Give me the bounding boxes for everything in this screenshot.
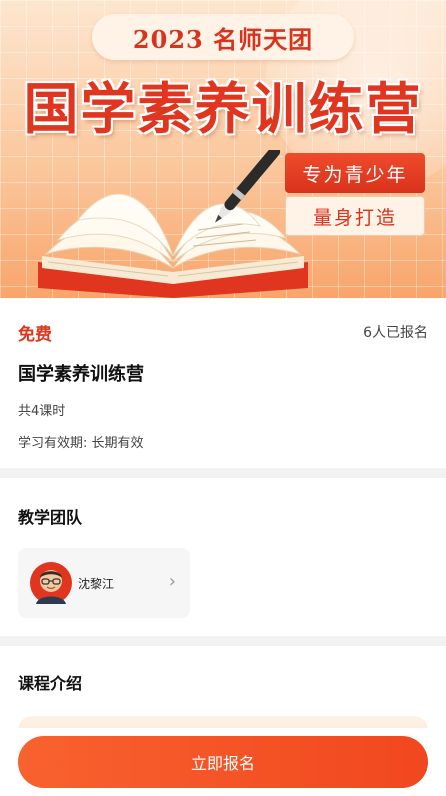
intro-section-title: 课程介绍 (18, 674, 83, 693)
banner-title: 国学素养训练营 (23, 76, 423, 141)
course-title: 国学素养训练营 (18, 364, 144, 385)
course-banner: 2023 名师天团 国学素养训练营 专为青少年 量身打造 (0, 0, 446, 298)
banner-year-label: 2023 名师天团 (92, 14, 354, 60)
signup-button[interactable]: 立即报名 (18, 736, 428, 788)
lesson-count: 共4课时 (18, 404, 66, 419)
course-info-card: 免费 6人已报名 国学素养训练营 共4课时 学习有效期: 长期有效 (0, 298, 446, 468)
validity-period: 学习有效期: 长期有效 (18, 436, 144, 451)
chevron-right-icon: › (168, 571, 176, 592)
team-section-title: 教学团队 (18, 508, 83, 527)
price-label: 免费 (18, 325, 52, 345)
banner-tag-secondary: 量身打造 (285, 196, 425, 236)
open-book-icon (38, 150, 308, 298)
bottom-action-bar: 立即报名 (0, 728, 446, 796)
teaching-team-section: 教学团队 沈黎江 › (0, 478, 446, 636)
teacher-avatar (30, 562, 72, 604)
teacher-card[interactable]: 沈黎江 › (18, 548, 190, 618)
banner-tag-primary: 专为青少年 (285, 153, 425, 193)
teacher-name: 沈黎江 (78, 577, 115, 591)
enrolled-count: 6人已报名 (363, 325, 428, 341)
